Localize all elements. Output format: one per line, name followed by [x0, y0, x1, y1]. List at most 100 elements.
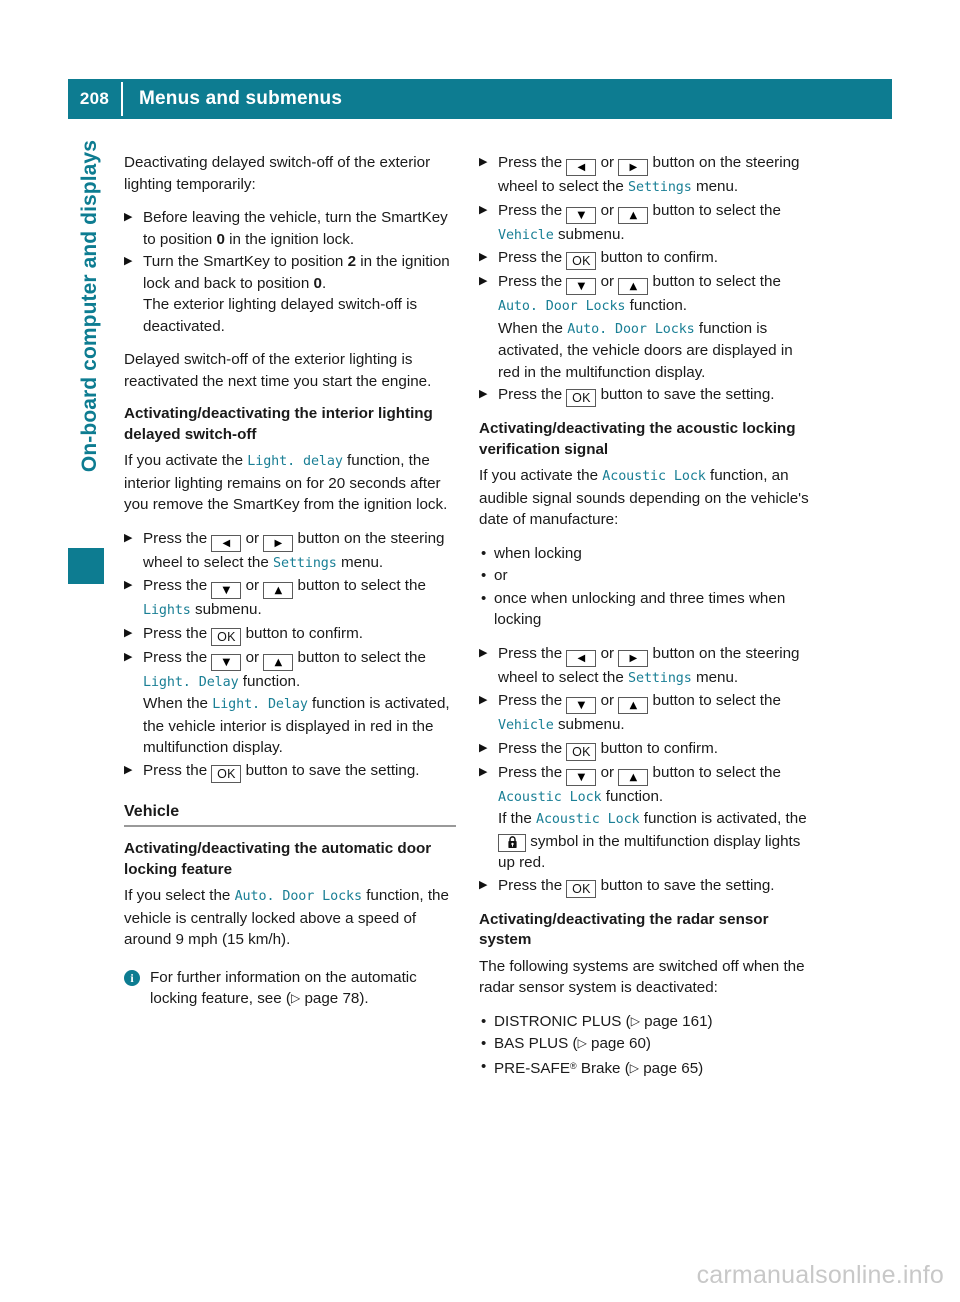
ok-button-icon[interactable]: OK: [211, 764, 242, 783]
arrow-down-button-icon[interactable]: ▼: [566, 768, 597, 786]
ok-button-icon[interactable]: OK: [566, 879, 597, 898]
text-fragment: button to save the setting.: [596, 876, 775, 894]
text-fragment: or: [596, 763, 619, 781]
text-fragment: symbol in the multifunction display ligh…: [498, 832, 801, 872]
text-fragment: button to confirm.: [596, 739, 718, 757]
arrow-up-button-icon[interactable]: ▲: [263, 653, 294, 671]
arrow-down-button-icon[interactable]: ▼: [211, 582, 242, 599]
paragraph-intro: Deactivating delayed switch-off of the e…: [124, 154, 431, 193]
function-name-acoustic-lock: Acoustic Lock: [602, 469, 706, 484]
step-text-post: in the ignition lock.: [224, 230, 355, 248]
list-item: once when unlocking and three times when…: [479, 588, 811, 631]
list-item-or: or: [479, 565, 811, 587]
arrow-up-button-icon[interactable]: ▲: [618, 278, 649, 295]
menu-name-settings: Settings: [628, 670, 692, 686]
note-text-page: page 78).: [300, 990, 369, 1007]
text-fragment: function is activated, the: [639, 810, 807, 827]
ok-button-icon[interactable]: OK: [566, 742, 597, 761]
submenu-name-lights: Lights: [143, 603, 191, 618]
text-fragment: or: [596, 644, 619, 662]
cross-reference-icon: ▷: [577, 1036, 587, 1050]
arrow-down-button-icon[interactable]: ▼: [566, 697, 597, 714]
step-text-post: .: [322, 274, 327, 292]
info-note: i For further information on the automat…: [124, 967, 456, 1010]
text-fragment: If you select the: [124, 887, 235, 904]
text-fragment: Press the: [143, 529, 212, 547]
section-divider: [124, 825, 456, 827]
function-name-acoustic-lock-ref: Acoustic Lock: [536, 812, 640, 827]
text-fragment: or: [241, 577, 264, 594]
text-fragment: Press the: [498, 763, 567, 781]
text-fragment: button to select the: [293, 577, 426, 594]
list-item: Press the ▼ or ▲ button to select the Li…: [124, 647, 456, 759]
list-item: Press the OK button to save the setting.: [124, 760, 456, 783]
function-name-light-delay-ref: Light. Delay: [212, 697, 308, 712]
arrow-up-button-icon[interactable]: ▲: [263, 582, 294, 599]
text-fragment: Press the: [498, 692, 567, 709]
text-fragment: or: [241, 529, 264, 547]
page-reference: page 60): [586, 1035, 651, 1052]
list-item: Press the OK button to confirm.: [124, 623, 456, 646]
arrow-left-button-icon[interactable]: ◀: [566, 159, 597, 176]
arrow-left-button-icon[interactable]: ◀: [211, 534, 242, 552]
text-fragment: If the: [498, 810, 536, 827]
arrow-left-button-icon[interactable]: ◀: [566, 649, 597, 667]
text-fragment: submenu.: [190, 601, 262, 618]
text-fragment: or: [596, 201, 619, 219]
menu-name-settings: Settings: [628, 180, 692, 195]
subheading-interior-lighting: Activating/deactivating the interior lig…: [124, 405, 433, 443]
function-name-auto-door-locks: Auto. Door Locks: [234, 889, 362, 904]
list-item: Press the ▼ or ▲ button to select the Li…: [124, 575, 456, 622]
text-fragment: Press the: [498, 273, 567, 290]
section-title: Vehicle: [124, 802, 180, 820]
function-name-light-delay: Light. Delay: [143, 674, 239, 690]
system-name: BAS PLUS: [494, 1035, 569, 1052]
subheading-auto-door-locking: Activating/deactivating the automatic do…: [124, 840, 432, 878]
padlock-symbol-icon: [498, 833, 526, 852]
text-fragment: function.: [601, 787, 664, 805]
text-fragment: Press the: [498, 644, 567, 662]
ok-button-icon[interactable]: OK: [566, 389, 597, 407]
paragraph-acoustic-intro: If you activate the Acoustic Lock functi…: [479, 465, 811, 531]
arrow-up-button-icon[interactable]: ▲: [618, 697, 649, 714]
page-reference: page 65): [639, 1059, 704, 1077]
text-fragment: menu.: [336, 553, 384, 571]
text-fragment: button to confirm.: [241, 624, 363, 642]
text-fragment: button to select the: [648, 763, 781, 781]
arrow-right-button-icon[interactable]: ▶: [618, 649, 649, 667]
list-item: Press the OK button to confirm.: [479, 738, 811, 761]
ok-button-icon[interactable]: OK: [211, 627, 242, 646]
arrow-up-button-icon[interactable]: ▲: [618, 206, 649, 224]
arrow-right-button-icon[interactable]: ▶: [618, 159, 649, 176]
list-item: DISTRONIC PLUS (▷ page 161): [479, 1011, 811, 1033]
text-fragment: function.: [238, 672, 301, 690]
text-fragment: button to select the: [648, 201, 781, 219]
step-list-auto-door-locks: Press the ◀ or ▶ button on the steering …: [479, 152, 811, 407]
site-watermark: carmanualsonline.info: [696, 1261, 944, 1289]
text-fragment: When the: [498, 319, 568, 337]
step-position-value-2: 0: [313, 274, 322, 292]
text-fragment: Press the: [143, 648, 212, 666]
text-fragment: button to select the: [648, 273, 781, 290]
text-fragment: or: [241, 648, 264, 666]
chapter-label: On-board computer and displays: [78, 140, 101, 473]
info-icon: i: [124, 969, 140, 986]
list-item: Press the ▼ or ▲ button to select the Ve…: [479, 200, 811, 247]
text-fragment: Press the: [498, 249, 567, 266]
step-list-acoustic-lock: Press the ◀ or ▶ button on the steering …: [479, 643, 811, 898]
arrow-down-button-icon[interactable]: ▼: [566, 206, 597, 224]
arrow-up-button-icon[interactable]: ▲: [618, 768, 649, 786]
text-fragment: submenu.: [553, 716, 625, 733]
list-item: Press the ◀ or ▶ button on the steering …: [479, 643, 811, 690]
arrow-right-button-icon[interactable]: ▶: [263, 534, 294, 552]
arrow-down-button-icon[interactable]: ▼: [211, 653, 242, 671]
step-text-extra: The exterior lighting delayed switch-off…: [143, 296, 418, 335]
list-item: Press the ◀ or ▶ button on the steering …: [479, 152, 811, 199]
bullet-list-acoustic-signal: when locking or once when unlocking and …: [479, 543, 811, 631]
right-text-column: Press the ◀ or ▶ button on the steering …: [479, 152, 811, 1091]
bullet-list-radar-systems: DISTRONIC PLUS (▷ page 161) BAS PLUS (▷ …: [479, 1011, 811, 1080]
ok-button-icon[interactable]: OK: [566, 252, 597, 270]
arrow-down-button-icon[interactable]: ▼: [566, 278, 597, 295]
text-fragment: Press the: [498, 154, 567, 171]
left-text-column: Deactivating delayed switch-off of the e…: [124, 152, 456, 1022]
